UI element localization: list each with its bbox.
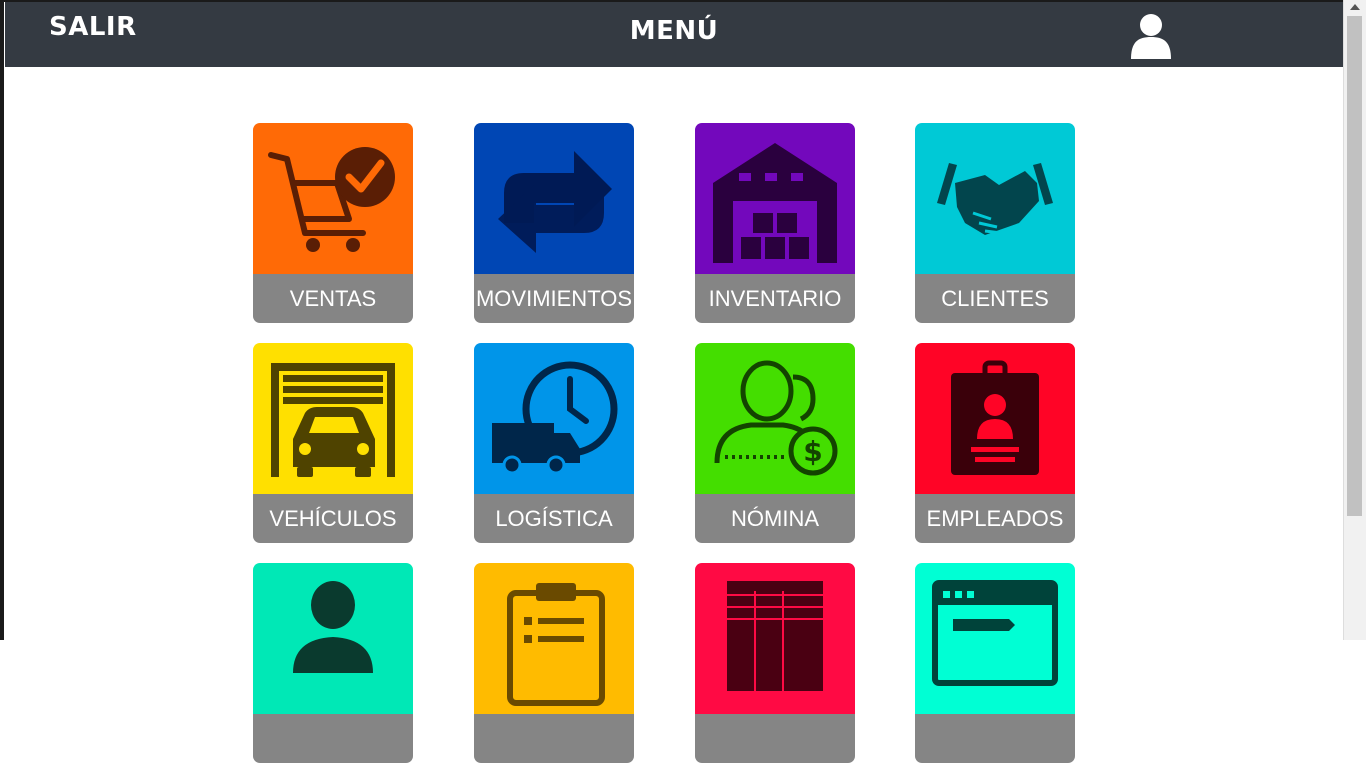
tile-label: INVENTARIO	[695, 274, 855, 323]
tile-reportes[interactable]	[695, 563, 855, 763]
tile-empleados[interactable]: EMPLEADOS	[915, 343, 1075, 543]
warehouse-icon	[695, 123, 855, 274]
tile-movimientos[interactable]: MOVIMIENTOS	[474, 123, 634, 323]
tile-personal[interactable]	[253, 563, 413, 763]
cart-check-icon	[253, 123, 413, 274]
top-navbar: SALIR MENÚ	[5, 2, 1343, 67]
exchange-arrows-icon	[474, 123, 634, 274]
tile-inventario[interactable]: INVENTARIO	[695, 123, 855, 323]
tile-label: LOGÍSTICA	[474, 494, 634, 543]
tile-label: CLIENTES	[915, 274, 1075, 323]
vertical-scrollbar[interactable]	[1343, 0, 1366, 640]
tile-label	[253, 714, 413, 763]
payroll-person-icon: $	[695, 343, 855, 494]
tile-ventas[interactable]: VENTAS	[253, 123, 413, 323]
car-garage-icon	[253, 343, 413, 494]
svg-text:$: $	[803, 435, 822, 468]
tile-vehiculos[interactable]: VEHÍCULOS	[253, 343, 413, 543]
id-badge-icon	[915, 343, 1075, 494]
handshake-icon	[915, 123, 1075, 274]
browser-window-icon	[915, 563, 1075, 714]
tile-label	[695, 714, 855, 763]
tile-tareas[interactable]	[474, 563, 634, 763]
app-window	[0, 0, 1366, 640]
tile-logistica[interactable]: LOGÍSTICA	[474, 343, 634, 543]
tile-label	[474, 714, 634, 763]
clipboard-icon	[474, 563, 634, 714]
person-icon	[253, 563, 413, 714]
tile-nomina[interactable]: $ NÓMINA	[695, 343, 855, 543]
tile-label: VENTAS	[253, 274, 413, 323]
scrollbar-thumb[interactable]	[1347, 16, 1362, 516]
user-icon[interactable]	[1123, 11, 1171, 61]
scroll-up-arrow-icon[interactable]	[1350, 4, 1360, 10]
tile-web[interactable]	[915, 563, 1075, 763]
tile-label: NÓMINA	[695, 494, 855, 543]
tile-label: MOVIMIENTOS	[474, 274, 634, 323]
tile-label: VEHÍCULOS	[253, 494, 413, 543]
tile-label	[915, 714, 1075, 763]
tile-label: EMPLEADOS	[915, 494, 1075, 543]
tile-clientes[interactable]: CLIENTES	[915, 123, 1075, 323]
truck-clock-icon	[474, 343, 634, 494]
spreadsheet-icon	[695, 563, 855, 714]
